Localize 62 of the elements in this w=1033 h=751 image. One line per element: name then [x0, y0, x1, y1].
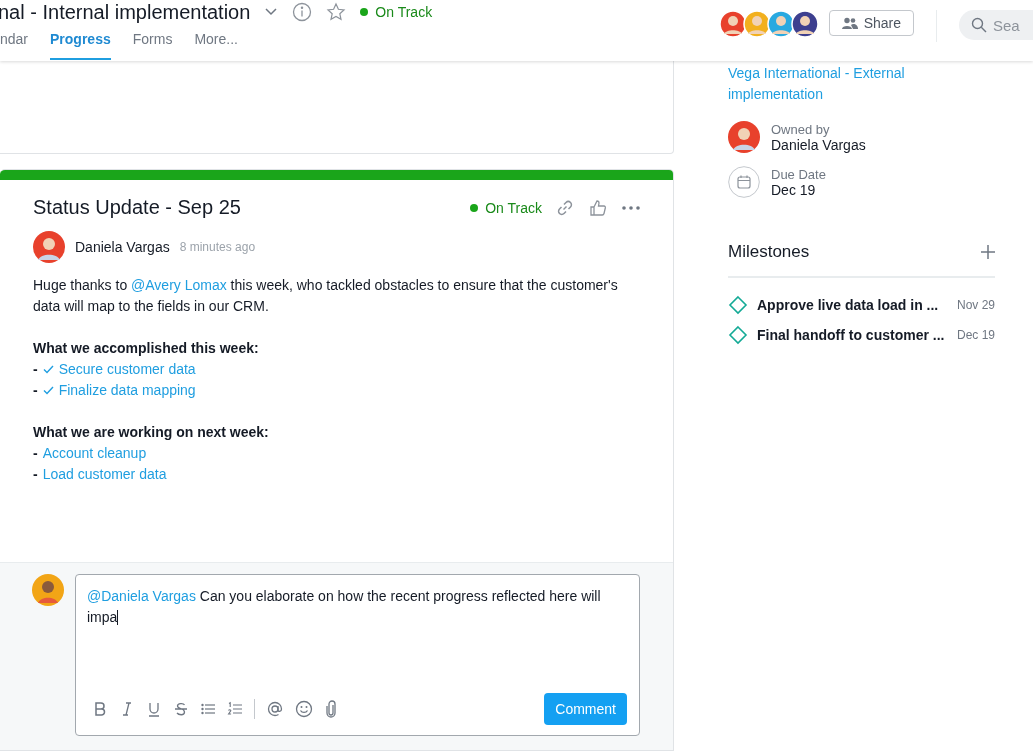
milestone-name: Approve live data load in ... — [757, 297, 940, 313]
owner-avatar — [728, 121, 760, 153]
thumbs-up-icon[interactable] — [588, 197, 608, 218]
task-link[interactable]: Finalize data mapping — [58, 380, 196, 401]
post-time: 8 minutes ago — [179, 240, 256, 254]
emoji-icon[interactable] — [295, 700, 313, 718]
member-avatar[interactable] — [766, 10, 795, 38]
owner-label: Owned by — [771, 121, 831, 137]
nav-tab[interactable]: Forms — [132, 31, 173, 60]
milestone-date: Dec 19 — [956, 328, 995, 342]
author-avatar — [33, 231, 65, 263]
chevron-down-icon[interactable] — [264, 7, 279, 17]
section-heading: What we are working on next week: — [33, 423, 270, 442]
update-text: Huge thanks to @Avery Lomax this week, who tackled obstacles to ensure that the customer's data will map to the fields in our CRM. — [33, 276, 619, 316]
more-icon[interactable] — [621, 204, 641, 211]
related-project-link[interactable]: Vega International - External implementation — [728, 63, 995, 105]
list-marker: - — [33, 465, 38, 484]
due-date-label: Due Date — [771, 166, 826, 182]
search-field[interactable]: Sea — [959, 10, 1033, 40]
list-marker: - — [33, 360, 38, 379]
owner-name: Daniela Vargas — [771, 136, 866, 153]
underline-icon[interactable] — [146, 701, 162, 717]
status-label: On Track — [485, 199, 542, 216]
strikethrough-icon[interactable] — [173, 701, 189, 717]
share-button[interactable]: Share — [828, 10, 914, 36]
task-link[interactable]: Account cleanup — [42, 443, 147, 464]
milestones-heading: Milestones — [728, 242, 810, 262]
user-avatar — [32, 574, 64, 606]
nav-tab[interactable]: ndar — [0, 31, 29, 60]
comment-field[interactable]: @Daniela Vargas Can you elaborate on how the recent progress reflected here will impa — [76, 575, 639, 693]
comment-button[interactable]: Comment — [544, 693, 627, 725]
nav-tab[interactable]: More... — [194, 31, 238, 60]
task-link[interactable]: Secure customer data — [58, 359, 196, 380]
numbered-list-icon[interactable] — [227, 701, 243, 717]
bulleted-list-icon[interactable] — [200, 701, 216, 717]
diamond-icon — [728, 325, 748, 345]
search-icon — [971, 17, 987, 33]
diamond-icon — [728, 295, 748, 315]
people-icon — [841, 17, 858, 29]
list-marker: - — [33, 381, 38, 400]
author-name: Daniela Vargas — [75, 239, 170, 255]
list-marker: - — [33, 444, 38, 463]
star-icon[interactable] — [326, 2, 347, 22]
member-avatar[interactable] — [790, 10, 819, 38]
milestone-row[interactable]: Final handoff to customer ... Dec 19 — [728, 325, 995, 345]
calendar-icon[interactable] — [728, 166, 760, 198]
project-title: nal - Internal implementation — [0, 0, 251, 24]
mention-icon[interactable] — [266, 700, 284, 718]
add-icon[interactable] — [981, 245, 995, 259]
paperclip-icon[interactable] — [324, 700, 338, 718]
bold-icon[interactable] — [92, 701, 108, 717]
milestone-name: Final handoff to customer ... — [757, 327, 946, 343]
info-icon[interactable] — [292, 2, 313, 22]
task-link[interactable]: Load customer data — [42, 464, 167, 485]
update-title: Status Update - Sep 25 — [33, 196, 242, 219]
due-date: Dec 19 — [771, 181, 817, 198]
section-heading: What we accomplished this week: — [33, 339, 260, 358]
milestone-row[interactable]: Approve live data load in ... Nov 29 — [728, 295, 995, 315]
mention-link[interactable]: @Avery Lomax — [131, 277, 227, 293]
milestone-date: Nov 29 — [956, 298, 995, 312]
member-avatar[interactable] — [718, 10, 747, 38]
status-label: On Track — [375, 4, 433, 20]
